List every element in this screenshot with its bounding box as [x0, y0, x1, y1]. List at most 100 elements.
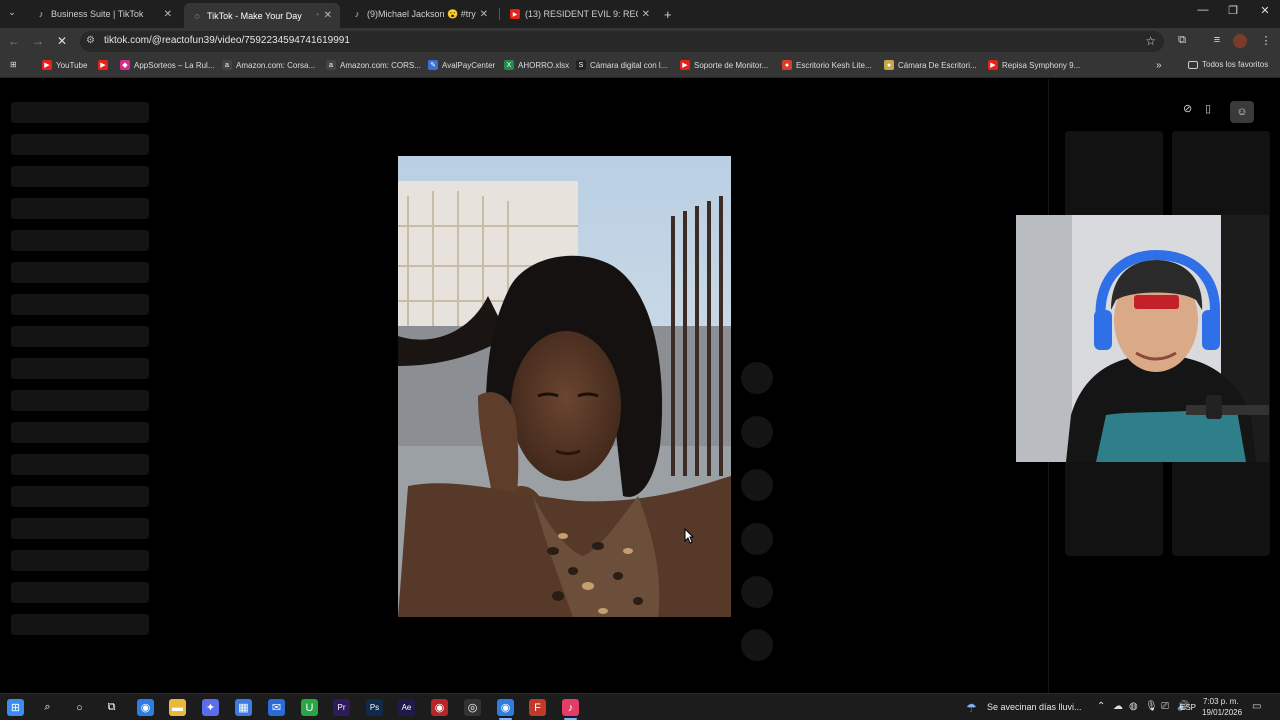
- youtube-icon: ▶: [988, 60, 998, 70]
- clock-date[interactable]: 19/01/2026: [1202, 708, 1242, 717]
- youtube-icon: ▶: [98, 60, 108, 70]
- back-icon[interactable]: ←: [6, 34, 22, 48]
- media-control-icon[interactable]: ≡: [1209, 34, 1225, 46]
- obs-icon[interactable]: ◎: [464, 699, 481, 716]
- tab-strip: ⌄ ♪ Business Suite | TikTok ✕ ◌ TikTok -…: [0, 0, 1280, 28]
- compass-icon[interactable]: ⊘: [1183, 102, 1192, 115]
- windows-start-icon[interactable]: ⊞: [7, 699, 24, 716]
- chrome-icon[interactable]: ◉: [497, 699, 514, 720]
- bookmark-label: AHORRO.xlsx: [518, 60, 570, 70]
- loading-icon: ◌: [194, 10, 200, 21]
- device-icon[interactable]: ▯: [1205, 102, 1211, 115]
- mail-icon[interactable]: ✉: [268, 699, 285, 716]
- bookmark-label: Repisa Symphony 9...: [1002, 60, 1081, 70]
- windows-taskbar: ⊞ ⌕ ○ ⧉ ◉ ▬ ✦ ▦ ✉ U Pr Ps Ae ◉ ◎ ◉ F ♪ ☂ Se avecinan días…: [0, 693, 1280, 720]
- close-icon[interactable]: ✕: [324, 10, 332, 21]
- bookmark-item[interactable]: ◆ AppSorteos – La Rul...: [120, 60, 215, 70]
- sidebar-skeleton-item: [11, 198, 149, 219]
- cloud-icon[interactable]: ☁: [1113, 701, 1123, 712]
- tab-michael-jackson[interactable]: ♪ (9)Michael Jackson 😮 #tryno ✕: [344, 2, 496, 26]
- bookmark-label: Escritorio Kesh Lite...: [796, 60, 872, 70]
- network-icon[interactable]: ⎚: [1161, 701, 1169, 712]
- comment-button[interactable]: [741, 416, 773, 448]
- share-button[interactable]: [741, 523, 773, 555]
- restore-icon[interactable]: ❐: [1218, 4, 1248, 17]
- bookmark-label: Cámara De Escritori...: [898, 60, 977, 70]
- site-info-icon[interactable]: ⚙: [86, 35, 95, 46]
- file-explorer-icon[interactable]: ▬: [169, 699, 186, 716]
- cortana-icon[interactable]: ○: [71, 699, 88, 716]
- save-button[interactable]: [741, 469, 773, 501]
- url-text[interactable]: tiktok.com/@reactofun39/video/7592234594…: [104, 35, 350, 46]
- close-icon[interactable]: ✕: [164, 9, 172, 20]
- tab-tiktok-make-your-day[interactable]: ◌ TikTok - Make Your Day ◔ ✕: [184, 3, 340, 28]
- webcam-frame: [1016, 215, 1269, 462]
- chevron-up-icon[interactable]: ⌃: [1097, 701, 1105, 712]
- upwork-icon[interactable]: U: [301, 699, 318, 716]
- tiktok-icon[interactable]: ♪: [562, 699, 579, 720]
- bookmark-item[interactable]: ✎ AvalPayCenter: [428, 60, 495, 70]
- bookmark-item[interactable]: X AHORRO.xlsx: [504, 60, 569, 70]
- bookmark-item[interactable]: a Amazon.com: CORS...: [326, 60, 421, 70]
- user-avatar[interactable]: ☺: [1230, 101, 1254, 123]
- apps-grid-icon[interactable]: ⊞: [10, 60, 17, 69]
- forward-icon[interactable]: →: [30, 34, 46, 48]
- bookmark-item[interactable]: ▶: [98, 60, 112, 70]
- tab-title: (13) RESIDENT EVIL 9: REQUIEM: [525, 9, 638, 19]
- photoshop-icon[interactable]: Ps: [366, 699, 383, 716]
- bookmark-label: AvalPayCenter: [442, 60, 496, 70]
- weather-text[interactable]: Se avecinan días lluvi...: [987, 702, 1082, 712]
- sidebar-skeleton-item: [11, 422, 149, 443]
- chevron-right-icon[interactable]: »: [1156, 60, 1162, 71]
- bookmarks-bar: ⊞ ▶ YouTube ▶ ◆ AppSorteos – La Rul... a Amazo…: [0, 55, 1280, 78]
- minimize-icon[interactable]: —: [1188, 4, 1218, 16]
- mute-icon: ◔: [313, 10, 320, 21]
- tab-search-icon[interactable]: ⌄: [4, 7, 20, 18]
- premiere-icon[interactable]: Pr: [333, 699, 350, 716]
- tab-title: Business Suite | TikTok: [51, 9, 144, 19]
- sidebar-skeleton-item: [11, 326, 149, 347]
- chrome-icon[interactable]: ◉: [137, 699, 154, 716]
- window-close-icon[interactable]: ✕: [1250, 4, 1280, 17]
- after-effects-icon[interactable]: Ae: [398, 699, 415, 716]
- sidebar-skeleton-item: [11, 102, 149, 123]
- bookmark-item[interactable]: ▶ Soporte de Monitor...: [680, 60, 768, 70]
- bookmark-item[interactable]: ● Cámara De Escritori...: [884, 60, 977, 70]
- bookmark-star-icon[interactable]: ☆: [1145, 34, 1156, 48]
- weather-icon: ☂: [966, 701, 977, 715]
- menu-icon[interactable]: ⋮: [1258, 34, 1274, 47]
- language-indicator[interactable]: ESP: [1180, 703, 1196, 712]
- search-icon[interactable]: ⌕: [39, 699, 56, 716]
- address-bar[interactable]: ⚙ tiktok.com/@reactofun39/video/75922345…: [80, 31, 1164, 52]
- excel-icon: X: [504, 60, 514, 70]
- app-f-icon[interactable]: F: [529, 699, 546, 716]
- notifications-icon[interactable]: ▭: [1252, 701, 1261, 712]
- all-bookmarks[interactable]: Todos los favoritos: [1188, 60, 1268, 69]
- task-view-icon[interactable]: ⧉: [103, 699, 120, 716]
- stop-loading-icon[interactable]: ✕: [54, 34, 70, 48]
- clock-time[interactable]: 7:03 p. m.: [1203, 697, 1239, 706]
- bookmark-item[interactable]: ▶ Repisa Symphony 9...: [988, 60, 1080, 70]
- bookmark-item[interactable]: a Amazon.com: Corsa...: [222, 60, 315, 70]
- recorder-icon[interactable]: ◉: [431, 699, 448, 716]
- video-player[interactable]: [398, 156, 731, 617]
- close-icon[interactable]: ✕: [642, 9, 650, 20]
- bookmark-item[interactable]: ● Escritorio Kesh Lite...: [782, 60, 872, 70]
- copilot-icon[interactable]: ✦: [202, 699, 219, 716]
- tab-resident-evil[interactable]: ▶ (13) RESIDENT EVIL 9: REQUIEM ✕: [502, 2, 658, 26]
- new-tab-button[interactable]: +: [660, 2, 680, 26]
- music-disc-button[interactable]: [741, 629, 773, 661]
- store-icon[interactable]: ▦: [235, 699, 252, 716]
- tab-title: (9)Michael Jackson 😮 #tryno: [367, 8, 476, 19]
- profile-avatar[interactable]: [1233, 34, 1247, 48]
- extensions-icon[interactable]: ⧉: [1174, 34, 1190, 47]
- more-button[interactable]: [741, 576, 773, 608]
- like-button[interactable]: [741, 362, 773, 394]
- microphone-icon[interactable]: 🎙: [1145, 701, 1158, 712]
- close-icon[interactable]: ✕: [480, 9, 488, 20]
- globe-icon[interactable]: ◍: [1129, 701, 1138, 712]
- bookmark-item[interactable]: S Cámara digital con l...: [576, 60, 667, 70]
- tab-business-suite[interactable]: ♪ Business Suite | TikTok ✕: [28, 2, 180, 26]
- tiktok-page: ⊘ ▯ ☺: [0, 79, 1280, 693]
- bookmark-item[interactable]: ▶ YouTube: [42, 60, 87, 70]
